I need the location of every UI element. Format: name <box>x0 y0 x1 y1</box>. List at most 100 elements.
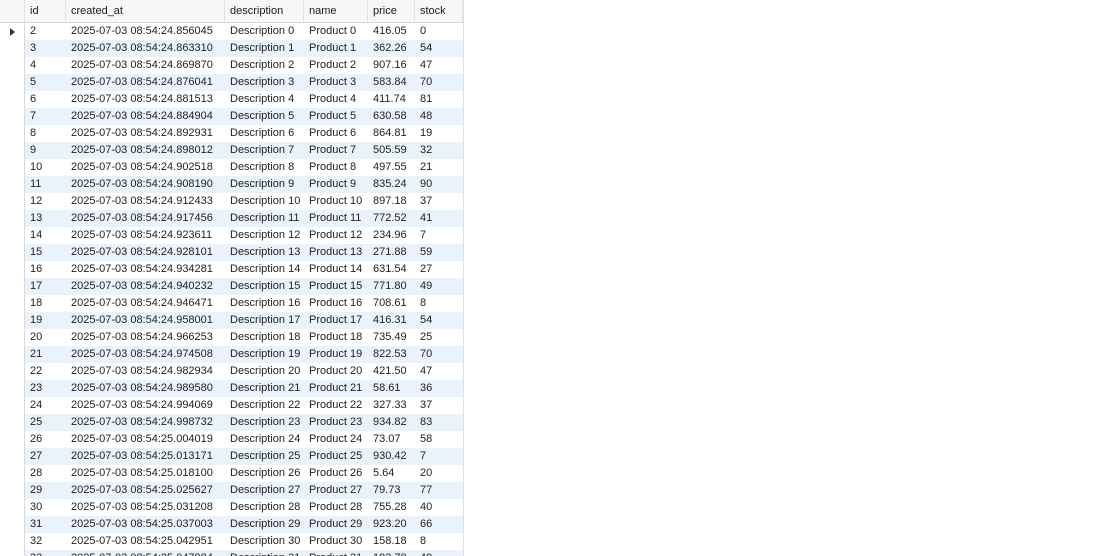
cell-id[interactable]: 30 <box>25 499 66 516</box>
row-selector[interactable] <box>0 295 25 312</box>
cell-stock[interactable]: 58 <box>415 431 463 448</box>
cell-id[interactable]: 15 <box>25 244 66 261</box>
table-row[interactable]: 26 2025-07-03 08:54:25.004019 Description … <box>0 431 463 448</box>
table-row[interactable]: 5 2025-07-03 08:54:24.876041 Description 3… <box>0 74 463 91</box>
cell-created-at[interactable]: 2025-07-03 08:54:24.902518 <box>66 159 225 176</box>
cell-stock[interactable]: 25 <box>415 329 463 346</box>
cell-id[interactable]: 33 <box>25 550 66 556</box>
table-row[interactable]: 3 2025-07-03 08:54:24.863310 Description 1… <box>0 40 463 57</box>
cell-stock[interactable]: 37 <box>415 193 463 210</box>
cell-id[interactable]: 2 <box>25 23 66 40</box>
cell-id[interactable]: 10 <box>25 159 66 176</box>
cell-id[interactable]: 16 <box>25 261 66 278</box>
cell-stock[interactable]: 8 <box>415 295 463 312</box>
cell-price[interactable]: 897.18 <box>368 193 415 210</box>
cell-created-at[interactable]: 2025-07-03 08:54:25.004019 <box>66 431 225 448</box>
cell-name[interactable]: Product 22 <box>304 397 368 414</box>
column-header-price[interactable]: price <box>368 0 415 22</box>
row-selector[interactable] <box>0 91 25 108</box>
cell-price[interactable]: 631.54 <box>368 261 415 278</box>
cell-description[interactable]: Description 22 <box>225 397 304 414</box>
cell-description[interactable]: Description 10 <box>225 193 304 210</box>
cell-name[interactable]: Product 10 <box>304 193 368 210</box>
cell-id[interactable]: 17 <box>25 278 66 295</box>
row-selector[interactable] <box>0 227 25 244</box>
cell-price[interactable]: 58.61 <box>368 380 415 397</box>
cell-created-at[interactable]: 2025-07-03 08:54:24.928101 <box>66 244 225 261</box>
cell-description[interactable]: Description 6 <box>225 125 304 142</box>
row-selector[interactable] <box>0 550 25 556</box>
table-row[interactable]: 29 2025-07-03 08:54:25.025627 Description … <box>0 482 463 499</box>
cell-description[interactable]: Description 2 <box>225 57 304 74</box>
cell-name[interactable]: Product 23 <box>304 414 368 431</box>
cell-id[interactable]: 3 <box>25 40 66 57</box>
cell-name[interactable]: Product 18 <box>304 329 368 346</box>
cell-description[interactable]: Description 1 <box>225 40 304 57</box>
cell-stock[interactable]: 40 <box>415 499 463 516</box>
cell-description[interactable]: Description 14 <box>225 261 304 278</box>
cell-stock[interactable]: 59 <box>415 244 463 261</box>
cell-price[interactable]: 772.52 <box>368 210 415 227</box>
row-selector[interactable] <box>0 312 25 329</box>
cell-stock[interactable]: 20 <box>415 465 463 482</box>
cell-id[interactable]: 25 <box>25 414 66 431</box>
row-selector[interactable] <box>0 380 25 397</box>
row-selector[interactable] <box>0 533 25 550</box>
row-selector[interactable] <box>0 516 25 533</box>
cell-price[interactable]: 362.26 <box>368 40 415 57</box>
cell-id[interactable]: 18 <box>25 295 66 312</box>
table-row[interactable]: 16 2025-07-03 08:54:24.934281 Description … <box>0 261 463 278</box>
table-row[interactable]: 27 2025-07-03 08:54:25.013171 Description … <box>0 448 463 465</box>
cell-stock[interactable]: 32 <box>415 142 463 159</box>
cell-description[interactable]: Description 31 <box>225 550 304 556</box>
cell-name[interactable]: Product 30 <box>304 533 368 550</box>
cell-created-at[interactable]: 2025-07-03 08:54:24.989580 <box>66 380 225 397</box>
cell-description[interactable]: Description 29 <box>225 516 304 533</box>
cell-description[interactable]: Description 8 <box>225 159 304 176</box>
cell-created-at[interactable]: 2025-07-03 08:54:24.917456 <box>66 210 225 227</box>
cell-price[interactable]: 497.55 <box>368 159 415 176</box>
cell-name[interactable]: Product 16 <box>304 295 368 312</box>
row-selector[interactable] <box>0 193 25 210</box>
cell-created-at[interactable]: 2025-07-03 08:54:24.958001 <box>66 312 225 329</box>
cell-id[interactable]: 29 <box>25 482 66 499</box>
cell-price[interactable]: 755.28 <box>368 499 415 516</box>
row-selector[interactable] <box>0 125 25 142</box>
cell-id[interactable]: 31 <box>25 516 66 533</box>
cell-created-at[interactable]: 2025-07-03 08:54:24.966253 <box>66 329 225 346</box>
cell-name[interactable]: Product 19 <box>304 346 368 363</box>
cell-stock[interactable]: 21 <box>415 159 463 176</box>
cell-created-at[interactable]: 2025-07-03 08:54:25.013171 <box>66 448 225 465</box>
cell-stock[interactable]: 48 <box>415 108 463 125</box>
table-row[interactable]: 23 2025-07-03 08:54:24.989580 Description … <box>0 380 463 397</box>
cell-name[interactable]: Product 28 <box>304 499 368 516</box>
cell-id[interactable]: 4 <box>25 57 66 74</box>
row-selector[interactable] <box>0 448 25 465</box>
cell-name[interactable]: Product 12 <box>304 227 368 244</box>
table-row[interactable]: 4 2025-07-03 08:54:24.869870 Description 2… <box>0 57 463 74</box>
cell-name[interactable]: Product 25 <box>304 448 368 465</box>
table-row[interactable]: 332025-07-03 08:54:25.047984Description … <box>0 550 463 556</box>
cell-id[interactable]: 6 <box>25 91 66 108</box>
cell-description[interactable]: Description 24 <box>225 431 304 448</box>
cell-stock[interactable]: 41 <box>415 210 463 227</box>
row-selector[interactable] <box>0 414 25 431</box>
cell-description[interactable]: Description 23 <box>225 414 304 431</box>
cell-price[interactable]: 416.31 <box>368 312 415 329</box>
cell-description[interactable]: Description 4 <box>225 91 304 108</box>
cell-description[interactable]: Description 19 <box>225 346 304 363</box>
cell-name[interactable]: Product 27 <box>304 482 368 499</box>
cell-id[interactable]: 27 <box>25 448 66 465</box>
cell-price[interactable]: 934.82 <box>368 414 415 431</box>
cell-stock[interactable]: 77 <box>415 482 463 499</box>
cell-id[interactable]: 19 <box>25 312 66 329</box>
table-row[interactable]: 20 2025-07-03 08:54:24.966253 Description … <box>0 329 463 346</box>
cell-id[interactable]: 32 <box>25 533 66 550</box>
cell-stock[interactable]: 47 <box>415 57 463 74</box>
column-header-stock[interactable]: stock <box>415 0 463 22</box>
table-row[interactable]: 19 2025-07-03 08:54:24.958001 Description … <box>0 312 463 329</box>
cell-id[interactable]: 20 <box>25 329 66 346</box>
column-header-created-at[interactable]: created_at <box>66 0 225 22</box>
row-selector[interactable] <box>0 176 25 193</box>
row-selector[interactable] <box>0 244 25 261</box>
